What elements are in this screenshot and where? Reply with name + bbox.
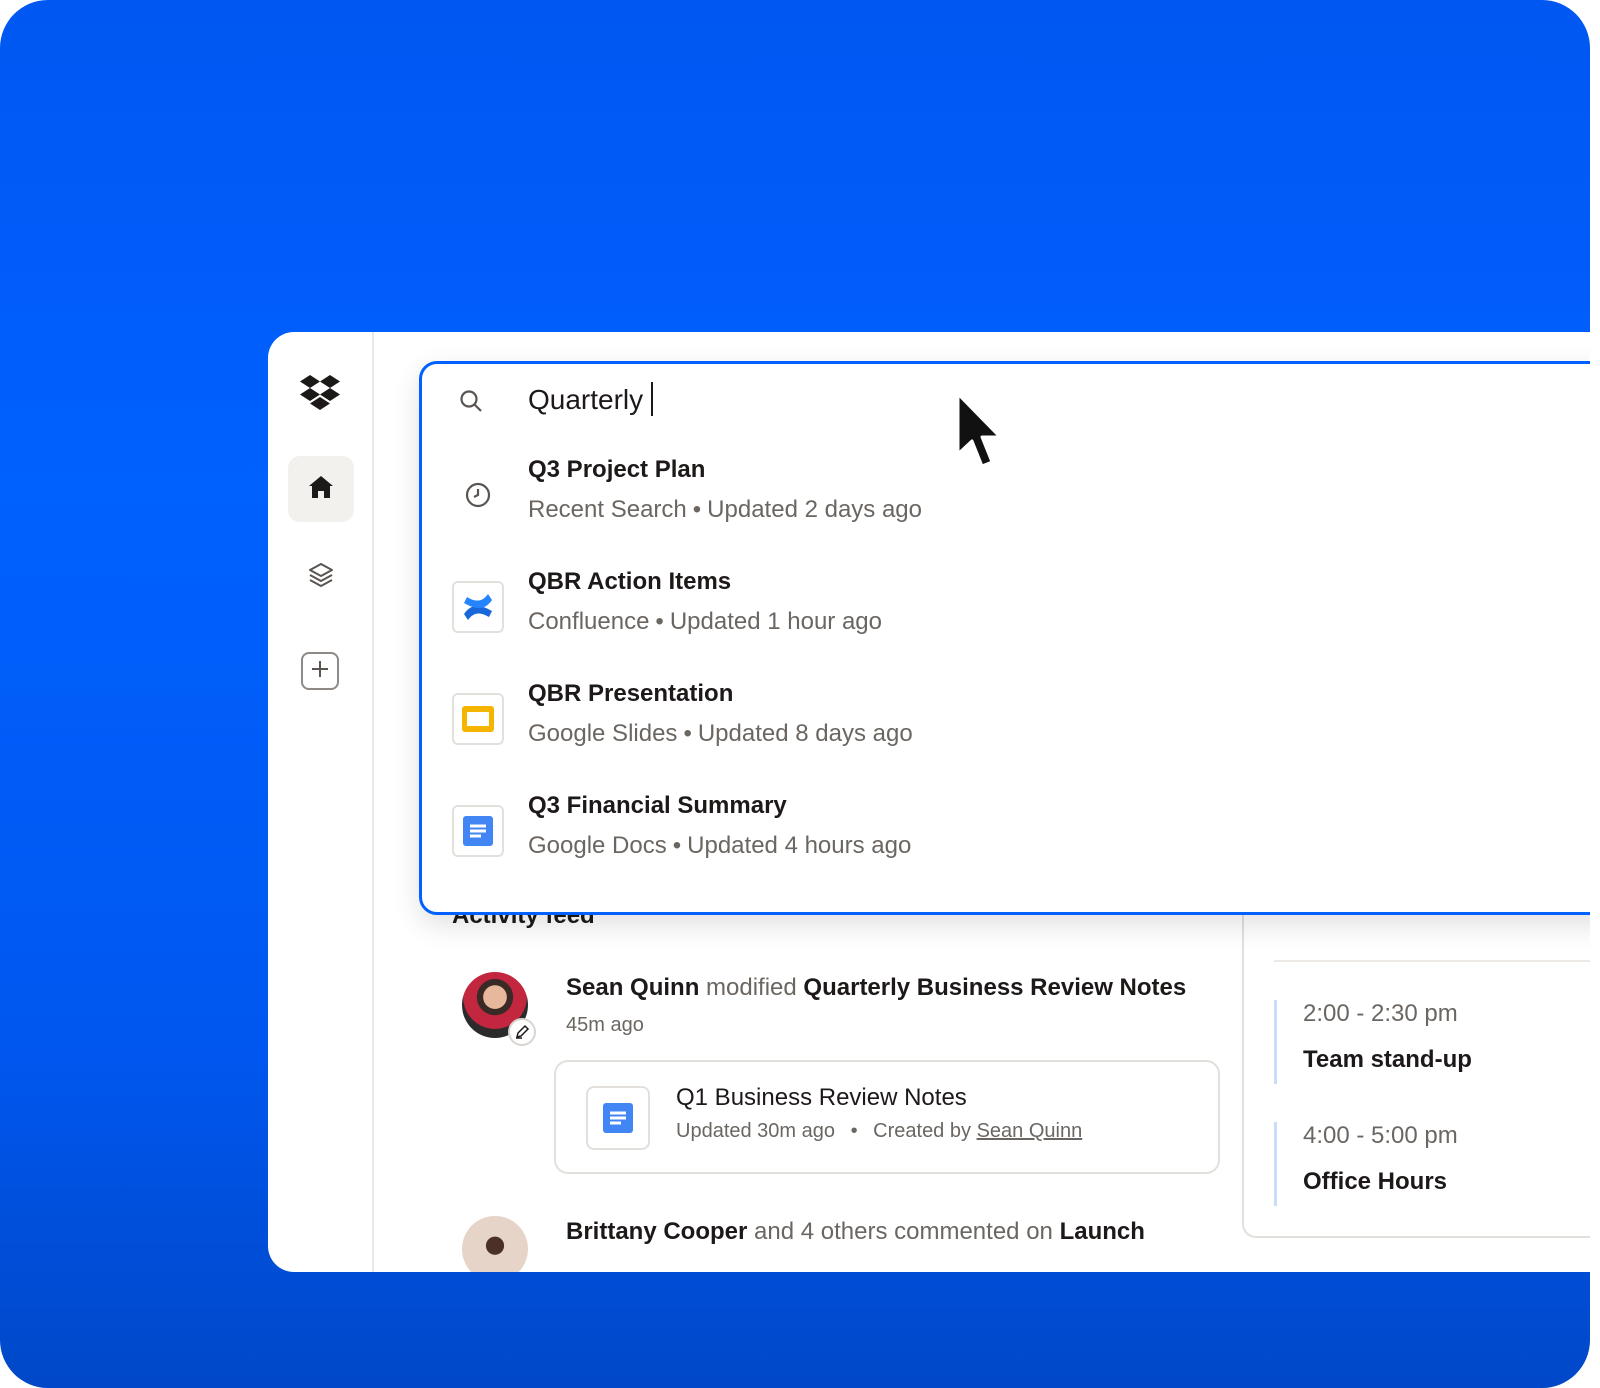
calendar-panel: 2:00 - 2:30 pm Team stand-up 4:00 - 5:00…: [1242, 892, 1590, 1238]
activity-text: Sean Quinn modified Quarterly Business R…: [566, 974, 1186, 1002]
avatar[interactable]: [462, 1216, 528, 1272]
event-time: 4:00 - 5:00 pm: [1303, 1122, 1458, 1149]
doc-meta: Updated 30m ago • Created by Sean Quinn: [676, 1120, 1082, 1143]
background-stage: Activity feed Sean Quinn modified Quarte…: [0, 0, 1590, 1388]
rail-add-button[interactable]: [301, 652, 339, 690]
activity-object[interactable]: Quarterly Business Review Notes: [803, 974, 1186, 1001]
search-icon: [458, 388, 484, 419]
clock-icon: [452, 469, 504, 521]
activity-verb: and 4 others commented on: [754, 1218, 1053, 1245]
result-title: QBR Presentation: [528, 680, 734, 707]
result-meta: Google Docs • Updated 4 hours ago: [528, 832, 911, 860]
event-name: Office Hours: [1303, 1168, 1448, 1195]
result-source: Confluence: [528, 608, 650, 635]
doc-updated: Updated 30m ago: [676, 1120, 836, 1142]
google-docs-icon: [452, 805, 504, 857]
activity-time: 45m ago: [566, 1014, 644, 1036]
meta-separator: •: [655, 608, 664, 635]
google-slides-icon: [452, 693, 504, 745]
result-title: Q3 Financial Summary: [528, 792, 787, 819]
created-by-link[interactable]: Sean Quinn: [977, 1120, 1083, 1142]
meta-separator: •: [683, 720, 692, 747]
mouse-pointer-icon: [952, 390, 1012, 474]
result-updated: Updated 1 hour ago: [669, 608, 882, 635]
rail-stacks-button[interactable]: [288, 544, 354, 610]
doc-title[interactable]: Q1 Business Review Notes: [676, 1084, 967, 1112]
result-updated: Updated 4 hours ago: [687, 832, 912, 859]
result-source: Recent Search: [528, 496, 687, 523]
google-docs-icon: [586, 1086, 650, 1150]
result-updated: Updated 2 days ago: [707, 496, 922, 523]
text-caret: [651, 382, 654, 416]
created-by-label: Created by: [873, 1120, 971, 1142]
calendar-event[interactable]: 4:00 - 5:00 pm Office Hours: [1274, 1122, 1458, 1206]
result-source: Google Slides: [528, 720, 678, 747]
dropbox-logo-icon[interactable]: [300, 374, 340, 410]
search-input[interactable]: [528, 378, 1228, 422]
confluence-icon: [452, 581, 504, 633]
left-rail: [268, 332, 374, 1272]
activity-actor[interactable]: Sean Quinn: [566, 974, 699, 1001]
result-meta: Google Slides • Updated 8 days ago: [528, 720, 913, 748]
meta-separator: •: [850, 1120, 858, 1142]
result-meta: Recent Search • Updated 2 days ago: [528, 496, 922, 524]
activity-verb: modified: [706, 974, 797, 1001]
plus-icon: [310, 659, 330, 684]
activity-actor[interactable]: Brittany Cooper: [566, 1218, 747, 1245]
result-title: QBR Action Items: [528, 568, 732, 595]
meta-separator: •: [692, 496, 702, 523]
calendar-event[interactable]: 2:00 - 2:30 pm Team stand-up: [1274, 1000, 1472, 1084]
doc-card[interactable]: Q1 Business Review Notes Updated 30m ago…: [554, 1060, 1220, 1174]
pencil-icon: [508, 1018, 536, 1046]
divider: [1274, 960, 1590, 962]
meta-separator: •: [672, 832, 682, 859]
activity-text: Brittany Cooper and 4 others commented o…: [566, 1218, 1145, 1246]
home-icon: [307, 473, 335, 506]
layers-icon: [306, 560, 336, 595]
event-time: 2:00 - 2:30 pm: [1303, 1000, 1458, 1027]
result-updated: Updated 8 days ago: [697, 720, 913, 747]
rail-home-button[interactable]: [288, 456, 354, 522]
search-result[interactable]: QBR Presentation Google Slides • Updated 8…: [422, 666, 1590, 766]
search-result[interactable]: Q3 Financial Summary Google Docs • Updated…: [422, 778, 1590, 878]
search-result[interactable]: QBR Action Items Confluence • Updated 1 ho…: [422, 554, 1590, 654]
result-meta: Confluence • Updated 1 hour ago: [528, 608, 882, 636]
result-title: Q3 Project Plan: [528, 456, 706, 483]
activity-object[interactable]: Launch: [1060, 1218, 1145, 1245]
result-source: Google Docs: [528, 832, 667, 859]
event-name: Team stand-up: [1303, 1046, 1472, 1073]
